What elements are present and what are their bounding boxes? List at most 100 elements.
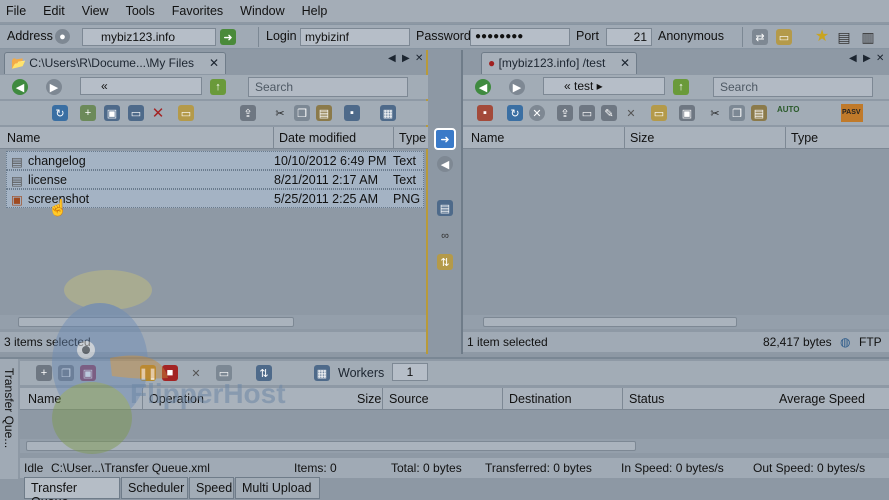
queue-icon[interactable]: ▤ (437, 200, 453, 216)
auto-mode-button[interactable]: AUTO (777, 105, 800, 114)
column-divider[interactable] (624, 127, 625, 149)
pasv-button[interactable]: PASV (841, 104, 863, 122)
menu-file[interactable]: File (6, 4, 26, 18)
new-folder-icon[interactable]: ▭ (651, 105, 667, 121)
forward-icon[interactable]: ▶ (46, 79, 62, 95)
transfer-icon[interactable]: ⇪ (240, 105, 256, 121)
port-input[interactable]: 21 (606, 28, 652, 46)
tab-scroll-right-icon[interactable]: ▶ (863, 53, 871, 64)
connect-icon[interactable]: ⇄ (752, 29, 768, 45)
column-date-modified[interactable]: Date modified (279, 131, 356, 145)
local-path-input[interactable]: « (80, 77, 202, 95)
column-size[interactable]: Size (630, 131, 654, 145)
column-divider[interactable] (393, 127, 394, 149)
column-average-speed[interactable]: Average Speed (779, 392, 865, 406)
back-icon[interactable]: ◀ (475, 79, 491, 95)
local-search-input[interactable]: Search (248, 77, 408, 97)
upload-to-server-icon[interactable]: ➜ (434, 128, 456, 150)
tab-close-icon[interactable]: ✕ (876, 53, 884, 64)
column-status[interactable]: Status (629, 392, 664, 406)
scrollbar-thumb[interactable] (483, 317, 737, 327)
view-icon[interactable]: ▦ (380, 105, 396, 121)
tab-scroll-left-icon[interactable]: ◀ (388, 53, 396, 64)
delete-icon[interactable]: ✕ (150, 105, 166, 122)
remote-horizontal-scrollbar[interactable] (463, 315, 889, 329)
tab-scheduler[interactable]: Scheduler (121, 477, 188, 499)
tools-icon[interactable]: ▪ (344, 105, 360, 121)
sync-folders-icon[interactable]: ⇅ (437, 254, 453, 270)
rename-icon[interactable]: ▭ (128, 105, 144, 121)
cut-icon[interactable]: ✂ (707, 105, 723, 121)
up-folder-icon[interactable]: ↑ (673, 79, 689, 95)
workers-stepper[interactable]: 1 (392, 363, 428, 381)
stop-icon[interactable]: ✕ (529, 105, 545, 121)
forward-icon[interactable]: ▶ (509, 79, 525, 95)
paste-icon[interactable]: ▤ (316, 105, 332, 121)
download-icon[interactable]: ◀ (437, 156, 453, 172)
file-row[interactable]: ▣ screenshot 5/25/2011 2:25 AM PNG (6, 189, 424, 208)
disconnect-icon[interactable]: ▪ (477, 105, 493, 121)
menu-help[interactable]: Help (302, 4, 328, 18)
column-divider[interactable] (785, 127, 786, 149)
local-tab[interactable]: 📂 C:\Users\R\Docume...\My Files ✕ (4, 52, 226, 74)
layout-vertical-icon[interactable]: ▥ (860, 29, 876, 45)
new-file-icon[interactable]: + (80, 105, 96, 121)
file-row[interactable]: ▤ changelog 10/10/2012 6:49 PM Text (6, 151, 424, 170)
globe-icon[interactable]: ● (55, 29, 70, 44)
column-size[interactable]: Size (357, 392, 381, 406)
folder-icon[interactable]: ▭ (776, 29, 792, 45)
rename-icon[interactable]: ▭ (579, 105, 595, 121)
paste-icon[interactable]: ▤ (751, 105, 767, 121)
column-name[interactable]: Name (471, 131, 504, 145)
edit-icon[interactable]: ✎ (601, 105, 617, 121)
up-folder-icon[interactable]: ↑ (210, 79, 226, 95)
refresh-icon[interactable]: ↻ (52, 105, 68, 121)
column-type[interactable]: Type (399, 131, 426, 145)
go-icon[interactable]: ➜ (220, 29, 236, 45)
column-divider[interactable] (273, 127, 274, 149)
menu-window[interactable]: Window (240, 4, 284, 18)
column-source[interactable]: Source (389, 392, 429, 406)
column-divider[interactable] (502, 388, 503, 410)
tab-close-icon[interactable]: ✕ (415, 53, 423, 64)
copy-icon[interactable]: ❐ (294, 105, 310, 121)
tab-multi-upload[interactable]: Multi Upload (235, 477, 320, 499)
folder-options-icon[interactable]: ▭ (178, 105, 194, 121)
address-input[interactable]: mybiz123.info (82, 28, 216, 46)
tab-scroll-right-icon[interactable]: ▶ (402, 53, 410, 64)
layout-horizontal-icon[interactable]: ▤ (836, 29, 852, 45)
tab-scroll-left-icon[interactable]: ◀ (849, 53, 857, 64)
column-name[interactable]: Name (7, 131, 40, 145)
close-icon[interactable]: ✕ (620, 56, 630, 70)
login-input[interactable]: mybizinf (300, 28, 410, 46)
remote-tab[interactable]: ● [mybiz123.info] /test ✕ (481, 52, 637, 74)
properties-icon[interactable]: ▣ (104, 105, 120, 121)
password-input[interactable]: ●●●●●●●● (470, 28, 570, 46)
menu-favorites[interactable]: Favorites (172, 4, 223, 18)
tab-speed[interactable]: Speed (189, 477, 234, 499)
remote-search-input[interactable]: Search (713, 77, 873, 97)
copy-icon[interactable]: ❐ (729, 105, 745, 121)
refresh-icon[interactable]: ↻ (507, 105, 523, 121)
menu-tools[interactable]: Tools (126, 4, 155, 18)
close-icon[interactable]: ✕ (209, 56, 219, 70)
anonymous-checkbox[interactable]: Anonymous (658, 29, 724, 43)
properties-icon[interactable]: ▣ (679, 105, 695, 121)
column-type[interactable]: Type (791, 131, 818, 145)
link-icon[interactable]: ∞ (437, 228, 453, 244)
column-destination[interactable]: Destination (509, 392, 572, 406)
tab-transfer-queue[interactable]: Transfer Queue (24, 477, 120, 500)
star-icon[interactable]: ★ (814, 28, 830, 45)
transfer-icon[interactable]: ⇪ (557, 105, 573, 121)
back-icon[interactable]: ◀ (12, 79, 28, 95)
column-divider[interactable] (622, 388, 623, 410)
transfer-queue-side-label[interactable]: Transfer Que... (2, 368, 16, 448)
delete-icon[interactable]: ✕ (623, 105, 639, 121)
schedule-icon[interactable]: ▦ (314, 365, 330, 381)
remote-path-input[interactable]: « test ▸ (543, 77, 665, 95)
file-row[interactable]: ▤ license 8/21/2011 2:17 AM Text (6, 170, 424, 189)
cut-icon[interactable]: ✂ (272, 105, 288, 121)
menu-edit[interactable]: Edit (43, 4, 65, 18)
menu-view[interactable]: View (82, 4, 109, 18)
column-divider[interactable] (382, 388, 383, 410)
